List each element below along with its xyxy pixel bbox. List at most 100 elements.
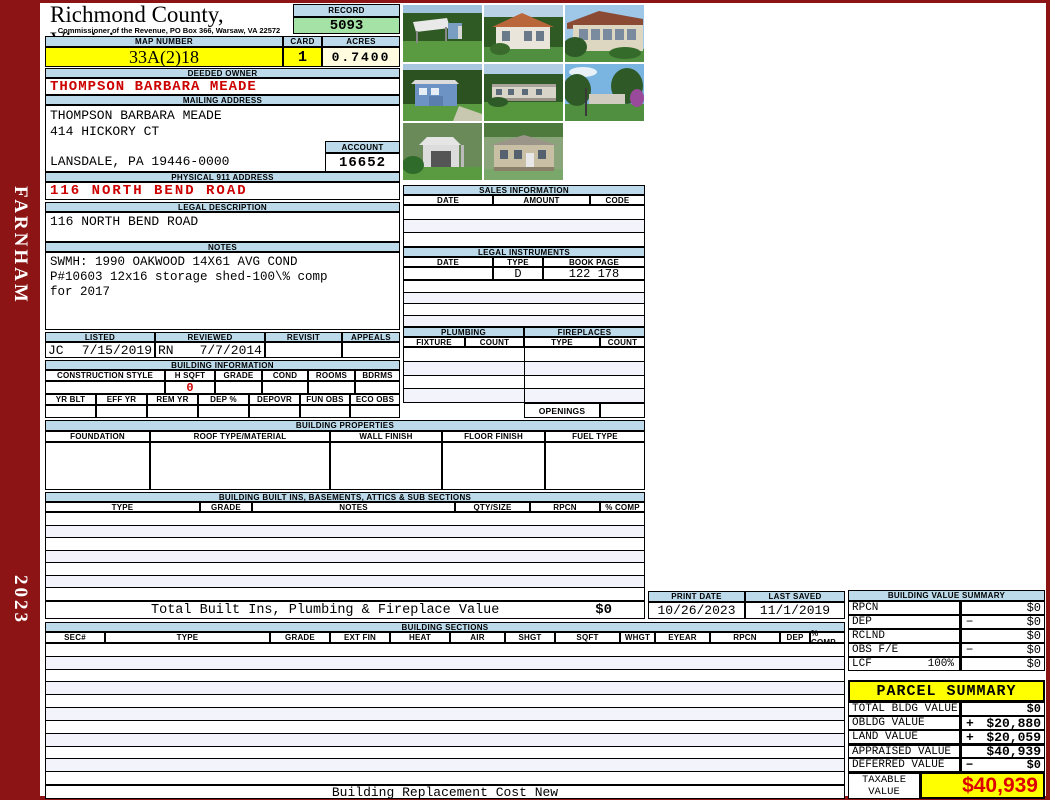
parcel-summary-header: PARCEL SUMMARY xyxy=(848,680,1045,702)
listed-value: JC 7/15/2019 xyxy=(45,342,155,358)
ps-deferred-value-cell: − $0 xyxy=(960,758,1045,772)
bvs-lcf-label: LCF xyxy=(852,658,872,670)
built-ins-total-value: $0 xyxy=(595,602,612,618)
notes-line-1: SWMH: 1990 OAKWOOD 14X61 AVG COND xyxy=(50,255,298,269)
built-ins-total-label: Total Built Ins, Plumbing & Fireplace Va… xyxy=(151,602,500,618)
hsqft-value: 0 xyxy=(165,381,215,395)
bvs-obsfe-value-cell: − $0 xyxy=(960,643,1045,657)
sales-date-header: DATE xyxy=(403,195,493,205)
built-ins-total-row: Total Built Ins, Plumbing & Fireplace Va… xyxy=(45,601,645,619)
account-value: 16652 xyxy=(325,153,400,172)
fireplace-count-header: COUNT xyxy=(600,337,645,347)
revisit-header: REVISIT xyxy=(265,332,342,342)
ps-land-value: $20,059 xyxy=(986,729,1041,745)
building-replacement-footer: Building Replacement Cost New xyxy=(45,785,845,800)
bs-sec-header: SEC# xyxy=(45,632,105,643)
ps-obldg-value: $20,880 xyxy=(986,715,1041,731)
bvs-obsfe-value: $0 xyxy=(1026,643,1041,657)
listed-header: LISTED xyxy=(45,332,155,342)
ps-obldg-op: + xyxy=(966,715,974,731)
bs-rpcn-header: RPCN xyxy=(710,632,780,643)
listed-by: JC xyxy=(48,342,64,358)
bvs-lcf-value: $0 xyxy=(1026,657,1041,671)
fuel-type-header: FUEL TYPE xyxy=(545,431,645,442)
bvs-rclnd-label-cell: RCLND xyxy=(848,629,960,643)
property-record-card: FARNHAM 2023 Richmond County, Virginia C… xyxy=(0,0,1050,800)
ps-deferred-value: $0 xyxy=(1026,758,1041,772)
bvs-dep-label-cell: DEP xyxy=(848,615,960,629)
foundation-header: FOUNDATION xyxy=(45,431,150,442)
appeals-header: APPEALS xyxy=(342,332,400,342)
ps-totalbldg-value: $0 xyxy=(1026,702,1041,716)
roof-type-value xyxy=(150,442,330,490)
ps-deferred-label: DEFERRED VALUE xyxy=(848,758,960,772)
yrblt-header: YR BLT xyxy=(45,394,96,405)
last-saved-value: 11/1/2019 xyxy=(745,602,845,619)
bvs-lcf-pct: 100% xyxy=(927,658,954,670)
yrblt-value xyxy=(45,405,96,418)
property-photo-6 xyxy=(565,64,644,121)
floor-finish-value xyxy=(442,442,545,490)
ps-land-label: LAND VALUE xyxy=(848,730,960,744)
grade-value xyxy=(215,381,262,394)
bs-eyear-header: EYEAR xyxy=(655,632,710,643)
bvs-rpcn-value-cell: $0 xyxy=(960,601,1045,615)
mailing-line-3: LANSDALE, PA 19446-0000 xyxy=(50,154,230,169)
remyr-header: REM YR xyxy=(147,394,198,405)
taxable-value: $40,939 xyxy=(920,772,1045,799)
property-photo-3 xyxy=(565,5,644,62)
li-row1-type: D xyxy=(493,267,543,281)
ps-appraised-label: APPRAISED VALUE xyxy=(848,744,960,758)
foundation-value xyxy=(45,442,150,490)
bs-extfin-header: EXT FIN xyxy=(330,632,390,643)
notes-line-3: for 2017 xyxy=(50,285,111,299)
record-header: RECORD xyxy=(293,4,400,17)
property-photo-2 xyxy=(484,5,563,62)
construction-style-header: CONSTRUCTION STYLE xyxy=(45,370,165,381)
listed-date: 7/15/2019 xyxy=(81,342,152,358)
ps-totalbldg-label: TOTAL BLDG VALUE xyxy=(848,702,960,716)
ps-deferred-op: − xyxy=(966,758,974,772)
property-photo-5 xyxy=(484,64,563,121)
bs-grade-header: GRADE xyxy=(270,632,330,643)
bvs-dep-value-cell: − $0 xyxy=(960,615,1045,629)
deeded-owner-value: THOMPSON BARBARA MEADE xyxy=(45,78,400,95)
bvs-rclnd-label: RCLND xyxy=(852,630,886,642)
sales-code-header: CODE xyxy=(590,195,645,205)
legal-instruments-header: LEGAL INSTRUMENTS xyxy=(403,247,645,257)
openings-value xyxy=(600,403,645,418)
bi-grade-header: GRADE xyxy=(200,502,252,512)
bvs-dep-op: − xyxy=(966,615,974,629)
built-ins-header: BUILDING BUILT INS, BASEMENTS, ATTICS & … xyxy=(45,492,645,502)
bs-comp-header: % COMP xyxy=(810,629,845,647)
sales-information-header: SALES INFORMATION xyxy=(403,185,645,195)
revisit-value xyxy=(265,342,342,358)
rooms-value xyxy=(308,381,355,394)
bs-heat-header: HEAT xyxy=(390,632,450,643)
commissioner-line: Commissioner of the Revenue, PO Box 366,… xyxy=(57,26,281,35)
account-header: ACCOUNT xyxy=(325,141,400,153)
print-date-value: 10/26/2023 xyxy=(648,602,745,619)
depovr-value xyxy=(249,405,300,418)
property-photo-7 xyxy=(403,123,482,180)
building-value-summary-header: BUILDING VALUE SUMMARY xyxy=(848,590,1045,601)
plumbing-fireplace-divider xyxy=(524,347,525,403)
funobs-value xyxy=(300,405,350,418)
legal-description-header: LEGAL DESCRIPTION xyxy=(45,202,400,212)
deppct-value xyxy=(198,405,249,418)
reviewed-date: 7/7/2014 xyxy=(199,342,262,358)
ps-obldg-label: OBLDG VALUE xyxy=(848,716,960,730)
bs-type-header: TYPE xyxy=(105,632,270,643)
bvs-lcf-label-cell: LCF 100% xyxy=(848,657,960,671)
li-date-header: DATE xyxy=(403,257,493,267)
record-value: 5093 xyxy=(293,17,400,34)
plumbing-header: PLUMBING xyxy=(403,327,524,337)
bvs-rpcn-label: RPCN xyxy=(852,602,879,614)
ps-appraised-value: $40,939 xyxy=(986,744,1041,759)
bvs-obsfe-label-cell: OBS F/E xyxy=(848,643,960,657)
ps-obldg-value-cell: + $20,880 xyxy=(960,715,1045,731)
bi-notes-header: NOTES xyxy=(252,502,455,512)
bvs-dep-value: $0 xyxy=(1026,615,1041,629)
map-number-header: MAP NUMBER xyxy=(45,36,283,47)
floor-finish-header: FLOOR FINISH xyxy=(442,431,545,442)
